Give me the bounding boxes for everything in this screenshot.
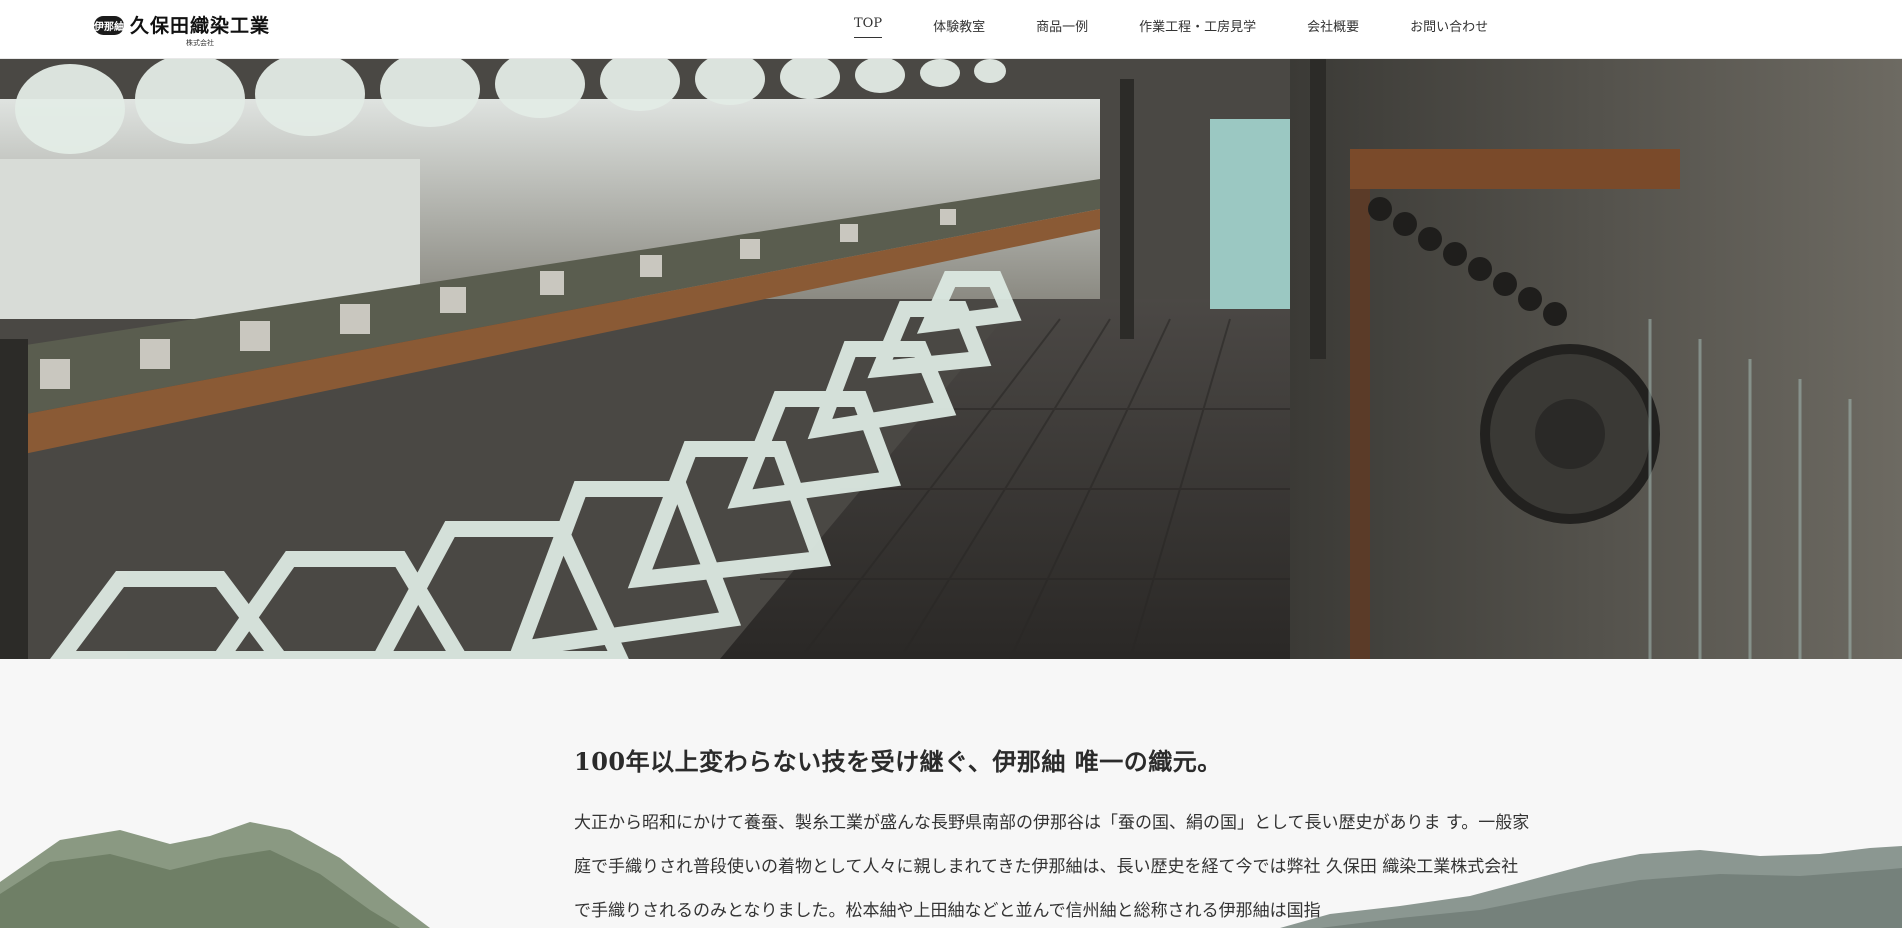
main-nav: TOP 体験教室 商品一例 作業工程・工房見学 会社概要 お問い合わせ	[854, 16, 1488, 38]
nav-item-company[interactable]: 会社概要	[1307, 16, 1359, 38]
logo-text: 久保田織染工業 株式会社	[130, 16, 270, 48]
factory-photo-icon	[0, 59, 1902, 659]
logo-title: 久保田織染工業	[129, 15, 270, 37]
nav-item-contact[interactable]: お問い合わせ	[1410, 16, 1488, 38]
nav-item-products[interactable]: 商品一例	[1036, 16, 1088, 38]
logo-mark-icon: 伊那紬	[94, 16, 124, 35]
logo-subtitle: 株式会社	[185, 39, 214, 47]
site-header: 伊那紬 久保田織染工業 株式会社 TOP 体験教室 商品一例 作業工程・工房見学…	[0, 0, 1902, 59]
nav-item-workshop[interactable]: 体験教室	[933, 16, 985, 38]
nav-item-process[interactable]: 作業工程・工房見学	[1139, 16, 1256, 38]
intro-headline: 100年以上変わらない技を受け継ぐ、伊那紬 唯一の織元。	[574, 747, 1222, 776]
intro-paragraph: 大正から昭和にかけて養蚕、製糸工業が盛んな長野県南部の伊那谷は「蚕の国、絹の国」…	[574, 813, 1530, 921]
site-logo[interactable]: 伊那紬 久保田織染工業 株式会社	[94, 16, 270, 48]
nav-item-top[interactable]: TOP	[854, 16, 883, 38]
intro-section: 100年以上変わらない技を受け継ぐ、伊那紬 唯一の織元。 大正から昭和にかけて養…	[574, 742, 1534, 928]
hero-image	[0, 59, 1902, 659]
